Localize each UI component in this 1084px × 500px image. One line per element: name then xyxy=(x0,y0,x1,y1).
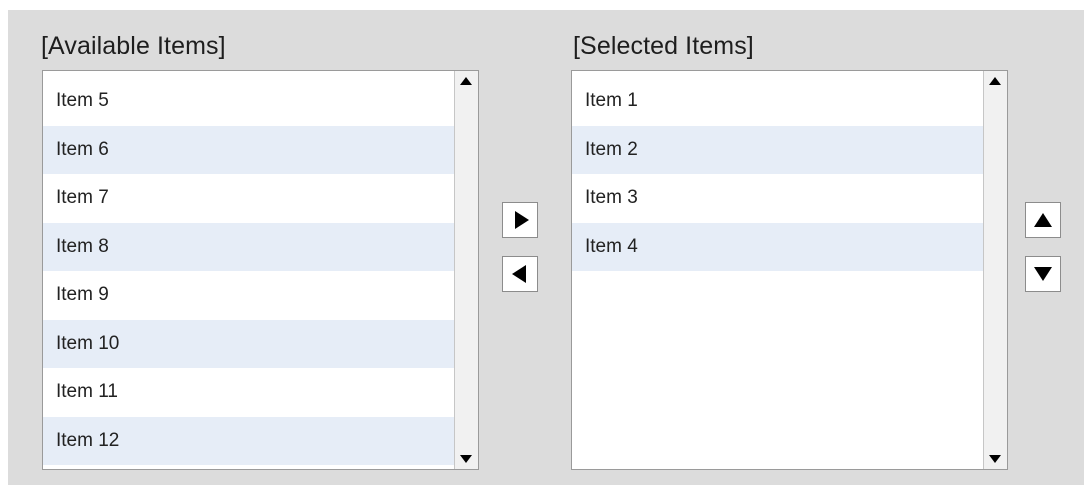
selected-items-heading: [Selected Items] xyxy=(573,32,754,60)
available-item[interactable]: Item 12 xyxy=(43,416,454,465)
move-up-button[interactable] xyxy=(1025,202,1061,238)
arrow-left-icon xyxy=(512,265,526,283)
scroll-up-icon[interactable] xyxy=(986,73,1004,89)
scroll-up-icon[interactable] xyxy=(457,73,475,89)
available-items-listbox[interactable]: Item 5 Item 6 Item 7 Item 8 Item 9 Item … xyxy=(42,70,479,470)
available-item[interactable]: Item 9 xyxy=(43,271,454,320)
selected-items-listbox[interactable]: Item 1 Item 2 Item 3 Item 4 xyxy=(571,70,1008,470)
available-item[interactable]: Item 11 xyxy=(43,368,454,417)
scroll-down-icon[interactable] xyxy=(457,451,475,467)
arrow-right-icon xyxy=(515,211,529,229)
available-item[interactable]: Item 10 xyxy=(43,319,454,368)
add-to-selected-button[interactable] xyxy=(502,202,538,238)
selected-scrollbar[interactable] xyxy=(983,71,1007,469)
selected-item[interactable]: Item 4 xyxy=(572,222,983,271)
scroll-down-icon[interactable] xyxy=(986,451,1004,467)
move-down-button[interactable] xyxy=(1025,256,1061,292)
available-scrollbar[interactable] xyxy=(454,71,478,469)
available-item[interactable]: Item 7 xyxy=(43,174,454,223)
available-items-heading: [Available Items] xyxy=(41,32,226,60)
arrow-down-icon xyxy=(1034,267,1052,281)
selected-item[interactable]: Item 1 xyxy=(572,77,983,126)
selected-item[interactable]: Item 3 xyxy=(572,174,983,223)
available-items-rows: Item 5 Item 6 Item 7 Item 8 Item 9 Item … xyxy=(43,77,454,465)
arrow-up-icon xyxy=(1034,213,1052,227)
available-item[interactable]: Item 6 xyxy=(43,125,454,174)
available-item[interactable]: Item 5 xyxy=(43,77,454,126)
available-item[interactable]: Item 8 xyxy=(43,222,454,271)
selected-items-rows: Item 1 Item 2 Item 3 Item 4 xyxy=(572,77,983,271)
selected-item[interactable]: Item 2 xyxy=(572,125,983,174)
remove-from-selected-button[interactable] xyxy=(502,256,538,292)
